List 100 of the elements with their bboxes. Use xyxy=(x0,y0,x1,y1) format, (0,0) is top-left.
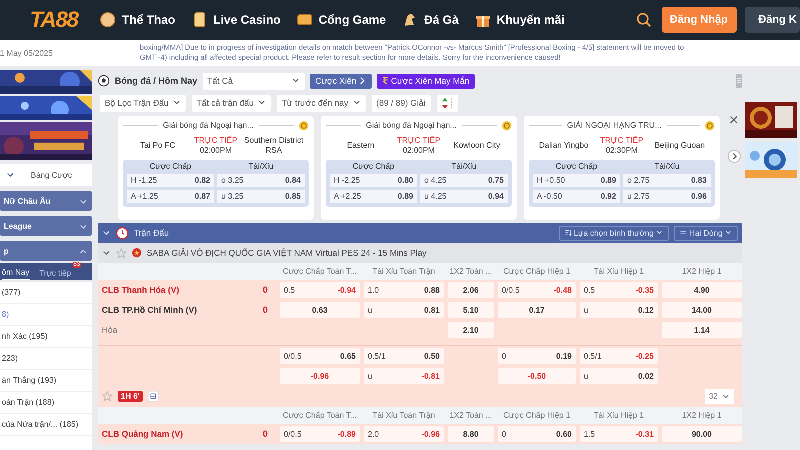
lucky-parlay-button[interactable]: Cược Xiên May Mắn xyxy=(376,74,475,88)
chevron-down-icon xyxy=(292,77,300,85)
odds-button[interactable]: H -1.25 0.82 xyxy=(127,174,214,187)
odds-button[interactable]: A +1.25 0.87 xyxy=(127,190,214,203)
odds-button[interactable]: 1.0 0.88 xyxy=(364,282,444,298)
sidebar-item[interactable]: 8) xyxy=(0,304,92,326)
market-select[interactable]: Tất Cả xyxy=(202,72,305,90)
coin-icon xyxy=(502,120,512,130)
logo[interactable]: TA88 xyxy=(30,7,78,33)
sidebar-item[interactable]: của Nửa trận/... (185) xyxy=(0,414,92,436)
period-tab[interactable]: ôm Nay xyxy=(2,268,30,280)
odds-button[interactable]: 0.5/1 -0.25 xyxy=(580,348,658,364)
odds-button[interactable]: 90.00 xyxy=(662,426,742,442)
sidebar-item[interactable]: (377) xyxy=(0,282,92,304)
odds-button[interactable]: A -0.50 0.92 xyxy=(532,190,620,203)
odds-button[interactable]: 0.5 -0.94 xyxy=(280,282,360,298)
sort-icon[interactable] xyxy=(436,94,459,112)
odds-button[interactable]: 0.5 -0.35 xyxy=(580,282,658,298)
sidebar-group[interactable]: p xyxy=(0,241,92,261)
odds-button[interactable]: 4.90 xyxy=(662,282,742,298)
column-header: Tài Xỉu Toàn Trận xyxy=(372,267,436,276)
sidebar-item[interactable]: àn Thắng (193) xyxy=(0,370,92,392)
sort-icon xyxy=(564,228,572,236)
chevron-down-icon[interactable] xyxy=(6,170,15,180)
odds-button[interactable]: A +2.25 0.89 xyxy=(330,190,418,203)
odds-button[interactable]: 2.06 xyxy=(448,282,494,298)
parlay-button[interactable]: Cược Xiên xyxy=(310,74,372,88)
sidebar-group[interactable]: Nữ Châu Âu xyxy=(0,191,92,211)
match-card[interactable]: Giải bóng đá Ngoại hạn... Tai Po FC TRỰC TIẾP 02:00PM Southern District RSA Cược Chấp Tài/Xỉu H -1.25 0.82 o 3.25 0.84 A +1.25 0.87 u 3.25 0.85 xyxy=(118,116,314,220)
odds-button[interactable]: -0.96 xyxy=(280,368,360,384)
odds-button[interactable]: 5.10 xyxy=(448,302,494,318)
close-icon[interactable] xyxy=(730,116,738,124)
odds-button[interactable]: 0.17 xyxy=(498,302,576,318)
sidebar-item[interactable]: oàn Trận (188) xyxy=(0,392,92,414)
odds-button[interactable]: 8.80 xyxy=(448,426,494,442)
match-card[interactable]: GIẢI NGOẠI HẠNG TRU... Dalian Yingbo TRỰC TIẾP 02:30PM Beijing Guoan Cược Chấp Tài/Xỉu H +0.50 0.89 o 2.75 0.83 A -0.50 0.92 u 2.75 0.96 xyxy=(524,116,720,220)
odds-button[interactable]: o 3.25 0.84 xyxy=(217,174,305,187)
nav-link[interactable]: Thể Thao xyxy=(100,12,176,28)
card-icon xyxy=(192,12,208,28)
odds-button[interactable]: 0/0.5 0.65 xyxy=(280,348,360,364)
odds-button[interactable]: u 0.81 xyxy=(364,302,444,318)
chevron-down-icon[interactable] xyxy=(102,228,111,238)
odds-button[interactable]: 0/0.5 -0.48 xyxy=(498,282,576,298)
filter-dropdown[interactable]: Bộ Lọc Trận Đấu xyxy=(100,94,186,112)
view-dropdown[interactable]: Hai Dòng xyxy=(674,226,738,240)
odds-button[interactable]: H -2.25 0.80 xyxy=(330,174,418,187)
breadcrumb: Bóng đá / Hôm Nay xyxy=(115,76,198,86)
odds-button[interactable]: o 4.25 0.75 xyxy=(420,174,508,187)
odds-button[interactable]: 1.5 -0.31 xyxy=(580,426,658,442)
nav-link[interactable]: Khuyến mãi xyxy=(474,12,565,28)
star-icon[interactable] xyxy=(102,391,113,402)
section-title: Trận Đấu xyxy=(134,228,170,238)
odds-button[interactable]: 0/0.5 -0.89 xyxy=(280,426,360,442)
team-name: Eastern xyxy=(346,141,376,151)
odds-button[interactable]: u 4.25 0.94 xyxy=(420,190,508,203)
more-markets-dropdown[interactable]: 32 xyxy=(705,389,734,404)
odds-button[interactable]: 0.63 xyxy=(280,302,360,318)
sidebar-group[interactable]: League xyxy=(0,216,92,236)
filter-dropdown[interactable]: Tất cả trận đấu xyxy=(192,94,271,112)
team-name: Kowloon City xyxy=(452,141,502,151)
odds-button[interactable]: u 3.25 0.85 xyxy=(217,190,305,203)
stats-icon[interactable] xyxy=(148,391,159,402)
match-card[interactable]: Giải bóng đá Ngoại hạn... Eastern TRỰC TIẾP 02:00PM Kowloon City Cược Chấp Tài/Xỉu H -2.25 0.80 o 4.25 0.75 A +2.25 0.89 u 4.25 0.94 xyxy=(320,116,517,220)
odds-button[interactable]: u 2.75 0.96 xyxy=(623,190,711,203)
score: 0 xyxy=(262,305,268,315)
odds-button[interactable]: H +0.50 0.89 xyxy=(532,174,620,187)
register-button[interactable]: Đăng K xyxy=(744,7,800,33)
chevron-down-icon[interactable] xyxy=(102,248,111,258)
next-icon[interactable] xyxy=(728,150,741,163)
sort-dropdown[interactable]: Lựa chọn bình thường xyxy=(558,226,670,240)
star-icon[interactable] xyxy=(116,248,127,258)
odds-button[interactable]: 0.5/1 0.50 xyxy=(364,348,444,364)
odds-button[interactable]: 2.0 -0.96 xyxy=(364,426,444,442)
nav-link[interactable]: Cổng Game xyxy=(296,12,386,28)
odds-button[interactable]: -0.50 xyxy=(498,368,576,384)
nav-link[interactable]: Live Casino xyxy=(192,12,281,28)
lines-icon xyxy=(680,228,688,236)
market-title: Cược Chấp xyxy=(352,162,396,171)
sidebar-item[interactable]: nh Xác (195) xyxy=(0,326,92,348)
odds-button[interactable]: 1.14 xyxy=(662,322,742,338)
column-header: Cược Chấp Hiệp 1 xyxy=(502,411,572,420)
draw-label: Hòa xyxy=(102,325,118,335)
odds-button[interactable]: u 0.12 xyxy=(580,302,658,318)
odds-button[interactable]: 14.00 xyxy=(662,302,742,318)
odds-button[interactable]: 0 0.19 xyxy=(498,348,576,364)
league-count[interactable]: (89 / 89) Giải xyxy=(372,94,431,112)
coin-icon xyxy=(704,120,715,130)
odds-button[interactable]: 2.10 xyxy=(448,322,494,338)
odds-button[interactable]: 0 0.60 xyxy=(498,426,576,442)
team-name: CLB Quảng Nam (V) xyxy=(102,429,184,439)
sidebar-item[interactable]: 223) xyxy=(0,348,92,370)
search-icon[interactable] xyxy=(636,12,652,28)
collapse-handle-icon[interactable] xyxy=(736,74,742,88)
odds-button[interactable]: u -0.81 xyxy=(364,368,444,384)
chevron-down-icon xyxy=(258,99,266,107)
odds-button[interactable]: o 2.75 0.83 xyxy=(623,174,711,187)
odds-button[interactable]: u 0.02 xyxy=(580,368,658,384)
nav-link[interactable]: Đá Gà xyxy=(402,12,459,28)
filter-dropdown[interactable]: Từ trước đến nay xyxy=(276,94,366,112)
team-name: CLB TP.Hồ Chí Minh (V) xyxy=(102,305,198,315)
